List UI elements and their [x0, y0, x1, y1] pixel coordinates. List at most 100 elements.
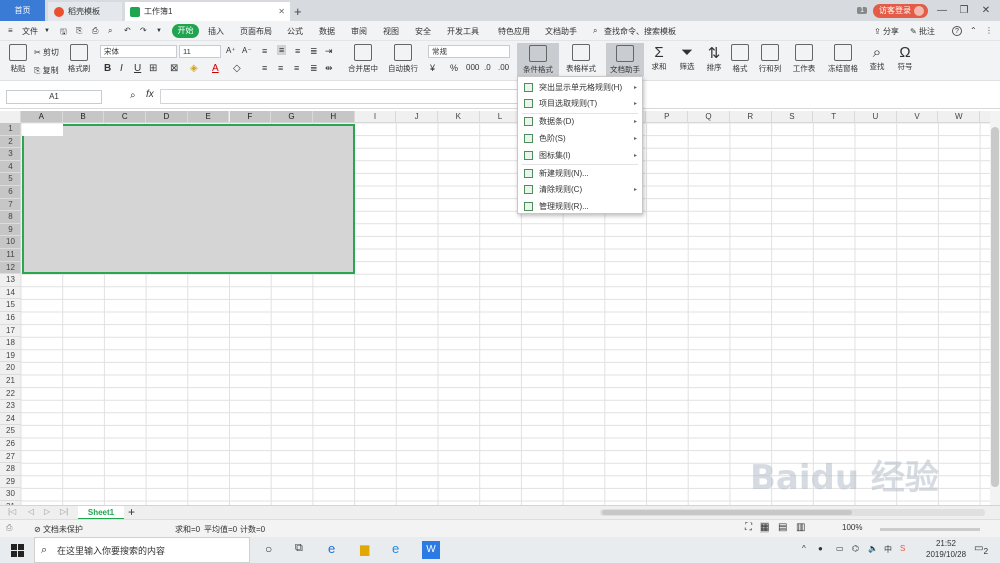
clear-format-icon[interactable]: ◇	[233, 63, 241, 74]
fx-icon[interactable]: fx	[146, 89, 154, 100]
menu-review[interactable]: 审阅	[351, 26, 367, 37]
share-button[interactable]: ⇪ 分享	[874, 26, 899, 37]
formula-input[interactable]	[160, 89, 520, 104]
align-top-icon[interactable]: ≡	[262, 46, 267, 56]
active-cell[interactable]	[22, 124, 63, 136]
menu-start[interactable]: 开始	[172, 24, 199, 38]
print-icon[interactable]: ⎙	[92, 26, 98, 36]
selected-range[interactable]	[22, 124, 355, 274]
underline-icon[interactable]: U	[134, 63, 141, 74]
next-sheet-icon[interactable]: ▷	[44, 507, 50, 516]
worksheet-button[interactable]: 工作表	[788, 44, 820, 74]
text-orientation-icon[interactable]: ≣	[310, 46, 318, 57]
decrease-font-icon[interactable]: A⁻	[242, 46, 252, 55]
decrease-decimal-icon[interactable]: .00	[498, 63, 509, 72]
volume-icon[interactable]: 🔈	[868, 544, 878, 553]
table-style-button[interactable]: 表格样式	[561, 44, 601, 74]
sheet-tab-sheet1[interactable]: Sheet1	[78, 506, 124, 520]
distribute-icon[interactable]: ⇹	[325, 63, 333, 74]
more-icon[interactable]: ▼	[156, 28, 162, 34]
vertical-scrollbar[interactable]	[990, 111, 1000, 505]
freeze-panes-button[interactable]: 冻结窗格	[823, 44, 863, 74]
menu-data[interactable]: 数据	[319, 26, 335, 37]
wrap-text-button[interactable]: 自动换行	[385, 44, 421, 74]
menu-page-layout[interactable]: 页面布局	[240, 26, 272, 37]
filter-button[interactable]: ⏷ 筛选	[672, 44, 702, 72]
menu-security[interactable]: 安全	[415, 26, 431, 37]
scroll-thumb[interactable]	[991, 127, 999, 487]
find-button[interactable]: ⌕ 查找	[862, 44, 892, 72]
menu-insert[interactable]: 插入	[208, 26, 224, 37]
ie-icon[interactable]: e	[392, 541, 399, 556]
justify-icon[interactable]: ≣	[310, 63, 318, 74]
close-tab-icon[interactable]: ✕	[278, 7, 285, 16]
percent-icon[interactable]: %	[450, 63, 458, 73]
redo-icon[interactable]: ↷	[140, 26, 147, 35]
page-layout-view-icon[interactable]: ▤	[778, 522, 787, 533]
menu-formula[interactable]: 公式	[287, 26, 303, 37]
cond-format-menu-item[interactable]: 图标集(I) ▸	[518, 147, 642, 163]
command-search[interactable]: 查找命令、搜索模板	[604, 26, 676, 37]
tab-workbook[interactable]: 工作簿1 ✕	[125, 2, 290, 21]
copy-button[interactable]: ⎘ 复制	[34, 65, 59, 76]
ime-indicator[interactable]: 中	[884, 544, 892, 555]
tab-templates[interactable]: 稻壳模板	[48, 2, 122, 21]
save-icon[interactable]: 🖫	[60, 26, 67, 40]
page-break-view-icon[interactable]: ▥	[796, 522, 805, 533]
cond-format-menu-item[interactable]: 突出显示单元格规则(H) ▸	[518, 79, 642, 95]
notification-icon[interactable]: ▭2	[974, 543, 988, 556]
symbol-button[interactable]: Ω 符号	[890, 44, 920, 72]
merge-center-button[interactable]: 合并居中	[344, 44, 382, 74]
cond-format-menu-item[interactable]: 色阶(S) ▸	[518, 130, 642, 146]
conditional-format-button[interactable]: 条件格式	[517, 43, 559, 76]
fill-color-icon[interactable]: ◈	[190, 63, 198, 74]
qq-icon[interactable]: ●	[818, 544, 823, 553]
indent-icon[interactable]: ⇥	[325, 46, 333, 57]
font-name-select[interactable]: 宋体	[100, 45, 177, 58]
add-sheet-button[interactable]: +	[128, 505, 135, 519]
menu-developer[interactable]: 开发工具	[447, 26, 479, 37]
number-format-select[interactable]: 常规	[428, 45, 510, 58]
thousands-icon[interactable]: 000	[466, 63, 479, 72]
border-icon[interactable]: ⊞	[149, 63, 157, 74]
cond-format-menu-item[interactable]: 清除规则(C) ▸	[518, 182, 642, 198]
font-size-select[interactable]: 11	[179, 45, 221, 58]
font-color-icon[interactable]: A	[212, 63, 219, 74]
export-icon[interactable]: ⎘	[76, 26, 82, 36]
italic-icon[interactable]: I	[120, 63, 123, 74]
bold-icon[interactable]: B	[104, 63, 111, 74]
align-middle-icon[interactable]: ≡	[277, 45, 287, 55]
normal-view-icon[interactable]: ▦	[760, 522, 770, 533]
help-icon[interactable]: ?	[952, 26, 962, 36]
minimize-icon[interactable]: —	[934, 5, 950, 16]
task-view-icon[interactable]: ⧉	[295, 542, 303, 555]
new-tab-button[interactable]: +	[294, 2, 302, 21]
cortana-icon[interactable]: ○	[265, 542, 272, 556]
zoom-icon[interactable]: ⌕	[130, 90, 136, 101]
doc-assistant-button[interactable]: 文档助手	[606, 43, 644, 76]
restore-icon[interactable]: ❐	[956, 5, 972, 16]
collapse-ribbon-icon[interactable]: ⌃	[970, 26, 977, 35]
wps-icon[interactable]: W	[422, 541, 440, 559]
format-painter-button[interactable]: 格式刷	[61, 44, 97, 74]
sum-button[interactable]: Σ 求和	[644, 44, 674, 72]
menu-file[interactable]: 文件	[22, 26, 38, 37]
increase-decimal-icon[interactable]: .0	[484, 63, 491, 72]
cond-format-menu-item[interactable]: 新建规则(N)...	[518, 165, 642, 181]
show-hidden-icons[interactable]: ^	[802, 544, 806, 553]
last-sheet-icon[interactable]: ▷|	[60, 507, 68, 516]
align-bottom-icon[interactable]: ≡	[295, 46, 300, 56]
wps-tray-icon[interactable]: S	[900, 544, 905, 553]
prev-sheet-icon[interactable]: ◁	[28, 507, 34, 516]
file-explorer-icon[interactable]: ▆	[360, 542, 369, 556]
undo-icon[interactable]: ↶	[124, 26, 131, 35]
cond-format-menu-item[interactable]: 管理规则(R)...	[518, 199, 642, 215]
cell-border-icon[interactable]: ⊠	[170, 63, 178, 74]
cond-format-menu-item[interactable]: 数据条(D) ▸	[518, 114, 642, 130]
clock[interactable]: 21:52 2019/10/28	[926, 539, 966, 559]
protect-status[interactable]: ⊘ 文档未保护	[34, 524, 83, 535]
cut-button[interactable]: ✂ 剪切	[34, 47, 59, 58]
comment-button[interactable]: ✎ 批注	[910, 26, 935, 37]
row-col-button[interactable]: 行和列	[754, 44, 786, 74]
zoom-level[interactable]: 100%	[842, 523, 862, 532]
